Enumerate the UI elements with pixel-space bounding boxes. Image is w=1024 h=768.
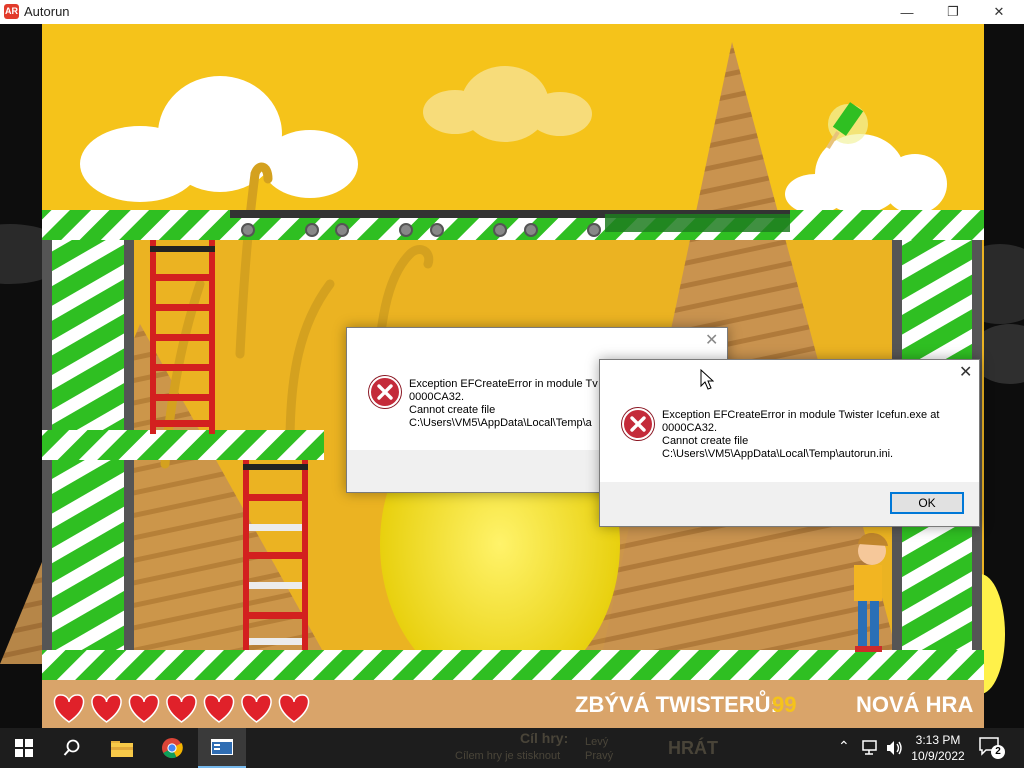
dialog-close-icon[interactable]: ✕ [959, 365, 972, 381]
file-explorer-button[interactable] [98, 728, 146, 768]
start-button[interactable] [0, 728, 48, 768]
maximize-button[interactable]: ❐ [930, 0, 976, 24]
ghost-goal-label: Cíl hry: [520, 730, 569, 746]
dialog-close-icon[interactable]: ✕ [705, 333, 718, 349]
error-line-2: 0000CA32. [662, 422, 718, 434]
error-line-1: Exception EFCreateError in module Tv [409, 378, 598, 390]
notification-count-badge: 2 [991, 745, 1005, 759]
heart-icon [91, 694, 122, 723]
error-icon [369, 376, 401, 408]
notification-center-button[interactable]: 2 [978, 736, 1008, 760]
screen: AR Autorun — ❐ ✕ ZBÝVÁ TWISTERŮ: 99 NOVÁ… [0, 0, 1024, 768]
heart-icon [128, 694, 160, 723]
folder-icon [111, 741, 133, 757]
lives-hearts [52, 692, 322, 726]
twisters-remaining-count: 99 [772, 692, 797, 717]
chrome-icon [162, 738, 183, 759]
heart-icon [166, 694, 197, 723]
search-button[interactable] [48, 728, 96, 768]
window-titlebar[interactable]: AR Autorun — ❐ ✕ [0, 0, 1024, 24]
error-line-3: Cannot create file [409, 404, 496, 416]
minimize-button[interactable]: — [884, 0, 930, 24]
ghost-right-label: Pravý [585, 750, 614, 762]
error-line-3: Cannot create file [662, 435, 749, 447]
search-icon [63, 739, 80, 756]
network-icon[interactable] [862, 740, 880, 756]
game-area[interactable]: ZBÝVÁ TWISTERŮ: 99 NOVÁ HRA ✕ Exception … [0, 24, 1024, 728]
ghost-left-label: Levý [585, 736, 609, 748]
error-line-4: C:\Users\VM5\AppData\Local\Temp\a [409, 417, 592, 429]
new-game-button[interactable]: NOVÁ HRA [856, 692, 973, 718]
volume-icon[interactable] [886, 740, 904, 756]
heart-icon [203, 694, 235, 723]
window-title: Autorun [24, 4, 70, 19]
windows-logo-icon [15, 739, 33, 757]
heart-icon [278, 694, 310, 723]
clock-time[interactable]: 3:13 PM [908, 732, 968, 748]
ghost-goal-text: Cílem hry je stisknout [455, 750, 561, 762]
error-icon [622, 408, 654, 440]
autorun-taskbar-button[interactable] [198, 728, 246, 768]
tray-chevron-icon[interactable]: ⌃ [838, 738, 850, 755]
clock-date[interactable]: 10/9/2022 [908, 748, 968, 764]
heart-icon [241, 694, 272, 723]
mouse-cursor-icon [700, 369, 714, 390]
autorun-app-icon [211, 739, 233, 755]
app-icon: AR [4, 4, 19, 19]
close-button[interactable]: ✕ [976, 0, 1022, 24]
taskbar: Cíl hry: Cílem hry je stisknout Levý Pra… [0, 728, 1024, 768]
error-line-4: C:\Users\VM5\AppData\Local\Temp\autorun.… [662, 448, 894, 460]
heart-icon [53, 694, 85, 723]
error-dialog[interactable]: ✕ Exception EFCreateError in module Twis… [599, 359, 980, 527]
chrome-button[interactable] [148, 728, 196, 768]
error-line-2: 0000CA32. [409, 391, 465, 403]
error-line-1: Exception EFCreateError in module Twiste… [662, 409, 940, 421]
ghost-play-label: HRÁT [668, 738, 718, 758]
twisters-remaining-label: ZBÝVÁ TWISTERŮ: [575, 692, 778, 717]
ok-button[interactable]: OK [890, 492, 964, 514]
